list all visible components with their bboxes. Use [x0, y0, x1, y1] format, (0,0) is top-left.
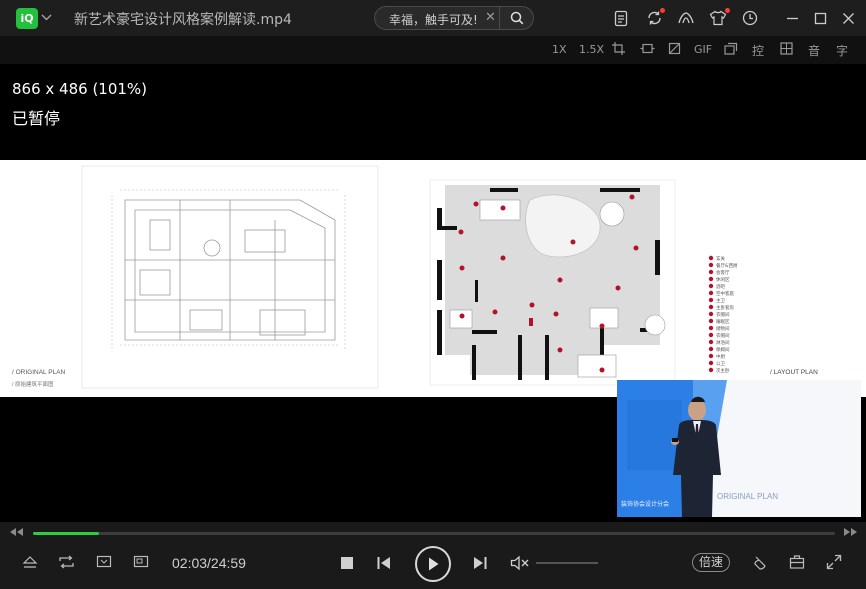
- speaker-inset: ORIGINAL PLAN 装饰协会设计分会: [617, 380, 861, 517]
- search-icon: [510, 11, 523, 25]
- speed-1x-button[interactable]: 1X: [552, 43, 567, 56]
- volume-slider[interactable]: [536, 562, 598, 564]
- gif-button[interactable]: GIF: [694, 43, 712, 56]
- step-forward-icon[interactable]: [843, 527, 859, 537]
- skip-previous-icon: [377, 557, 390, 569]
- legend-item: 休闲区: [716, 276, 730, 283]
- legend-item: 衣帽间: [716, 332, 730, 339]
- crop-icon[interactable]: [612, 42, 625, 58]
- sync-icon[interactable]: [644, 8, 665, 28]
- volume-muted-icon: [510, 555, 529, 571]
- notification-dot: [660, 8, 665, 13]
- stop-icon: [341, 557, 353, 569]
- legend-item: 主卧套房: [716, 304, 734, 311]
- grid-icon[interactable]: [780, 42, 793, 58]
- document-icon[interactable]: [611, 8, 631, 28]
- subtitle-button[interactable]: 字: [836, 42, 848, 59]
- speaker-picture: ORIGINAL PLAN 装饰协会设计分会: [617, 380, 861, 517]
- left-plan-caption-cn: / 原始建筑平面图: [12, 380, 54, 388]
- seek-bar[interactable]: [33, 532, 835, 535]
- plan-legend: 玄关 餐厅&西厨 会客厅 休闲区 酒吧 空中客庭 主卫 主卧套房 衣帽间 睡眠区…: [708, 255, 738, 374]
- mute-button[interactable]: [510, 555, 530, 571]
- speed-1-5x-button[interactable]: 1.5X: [579, 43, 604, 56]
- legend-item: 睡眠区: [716, 318, 730, 325]
- osd-paused-status: 已暂停: [12, 109, 61, 128]
- play-button[interactable]: [415, 546, 451, 582]
- step-back-icon[interactable]: [8, 527, 24, 537]
- legend-item: 玄关: [716, 255, 725, 262]
- minimize-icon[interactable]: [782, 8, 802, 28]
- time-display: 02:03/24:59: [172, 555, 246, 571]
- osd-resolution: 866 x 486 (101%): [12, 80, 148, 98]
- skip-next-icon: [474, 557, 487, 569]
- history-icon[interactable]: [740, 8, 760, 28]
- previous-button[interactable]: [376, 556, 392, 570]
- legend-item: 餐厅&西厨: [716, 262, 738, 269]
- left-plan-caption: / ORIGINAL PLAN: [12, 369, 66, 376]
- legend-item: 公卫: [716, 361, 725, 367]
- search-box[interactable]: 幸福，触手可及! ✕: [374, 6, 534, 30]
- eject-icon[interactable]: [22, 555, 38, 569]
- video-canvas[interactable]: 866 x 486 (101%) 已暂停 / ORIGINAL PLAN / 原…: [0, 64, 866, 522]
- legend-item: 衣帽间: [716, 311, 730, 318]
- chevron-down-icon[interactable]: [41, 11, 52, 24]
- playback-controls: 02:03/24:59 倍速: [0, 544, 866, 589]
- search-input[interactable]: 幸福，触手可及!: [389, 11, 478, 28]
- close-icon[interactable]: [838, 8, 858, 28]
- rotate-icon[interactable]: [668, 42, 681, 58]
- legend-item: 空中客庭: [716, 290, 734, 297]
- stop-button[interactable]: [340, 556, 354, 570]
- screen-capture-icon[interactable]: [96, 555, 112, 569]
- clean-icon[interactable]: [752, 554, 768, 570]
- legend-item: 会客厅: [716, 269, 730, 276]
- skin-icon[interactable]: [676, 8, 696, 28]
- search-button[interactable]: [499, 7, 533, 29]
- app-logo[interactable]: iQ: [16, 8, 38, 29]
- clear-icon[interactable]: ✕: [485, 10, 496, 25]
- legend-item: 淋浴间: [716, 339, 730, 346]
- toolbox-icon[interactable]: [789, 554, 805, 570]
- frame-icon[interactable]: [640, 42, 655, 58]
- legend-item: 次主卧: [716, 367, 730, 374]
- next-button[interactable]: [472, 556, 488, 570]
- audio-button[interactable]: 音: [808, 42, 820, 59]
- maximize-icon[interactable]: [810, 8, 830, 28]
- legend-item: 储物间: [716, 325, 730, 332]
- cast-icon[interactable]: [724, 42, 738, 58]
- legend-item: 保姆间: [716, 346, 730, 353]
- title-bar: iQ 新艺术豪宅设计风格案例解读.mp4 幸福，触手可及! ✕: [0, 0, 866, 36]
- floor-plan-drawings: / ORIGINAL PLAN / 原始建筑平面图 玄关 餐厅&西厨 会客厅 休…: [12, 165, 818, 389]
- picture-in-picture-icon[interactable]: [133, 555, 149, 569]
- control-button[interactable]: 控: [752, 42, 764, 59]
- legend-item: 酒吧: [716, 283, 725, 290]
- legend-item: 主卫: [716, 297, 725, 304]
- shirt-icon[interactable]: [708, 8, 730, 28]
- legend-item: 中厨: [716, 353, 725, 360]
- pip-caption-cn: 装饰协会设计分会: [621, 500, 669, 508]
- play-icon: [429, 557, 439, 571]
- progress-row: [0, 522, 866, 544]
- right-plan-caption: / LAYOUT PLAN: [770, 369, 818, 376]
- pip-caption-en: ORIGINAL PLAN: [717, 492, 778, 501]
- file-title: 新艺术豪宅设计风格案例解读.mp4: [74, 12, 292, 28]
- loop-icon[interactable]: [58, 555, 75, 569]
- seek-bar-progress: [33, 532, 99, 535]
- fullscreen-icon[interactable]: [826, 554, 842, 570]
- playback-speed-button[interactable]: 倍速: [692, 553, 730, 572]
- video-toolbar: 1X 1.5X GIF 控 音 字: [0, 36, 866, 64]
- video-frame-slide: / ORIGINAL PLAN / 原始建筑平面图 玄关 餐厅&西厨 会客厅 休…: [0, 160, 866, 397]
- notification-dot: [725, 8, 730, 13]
